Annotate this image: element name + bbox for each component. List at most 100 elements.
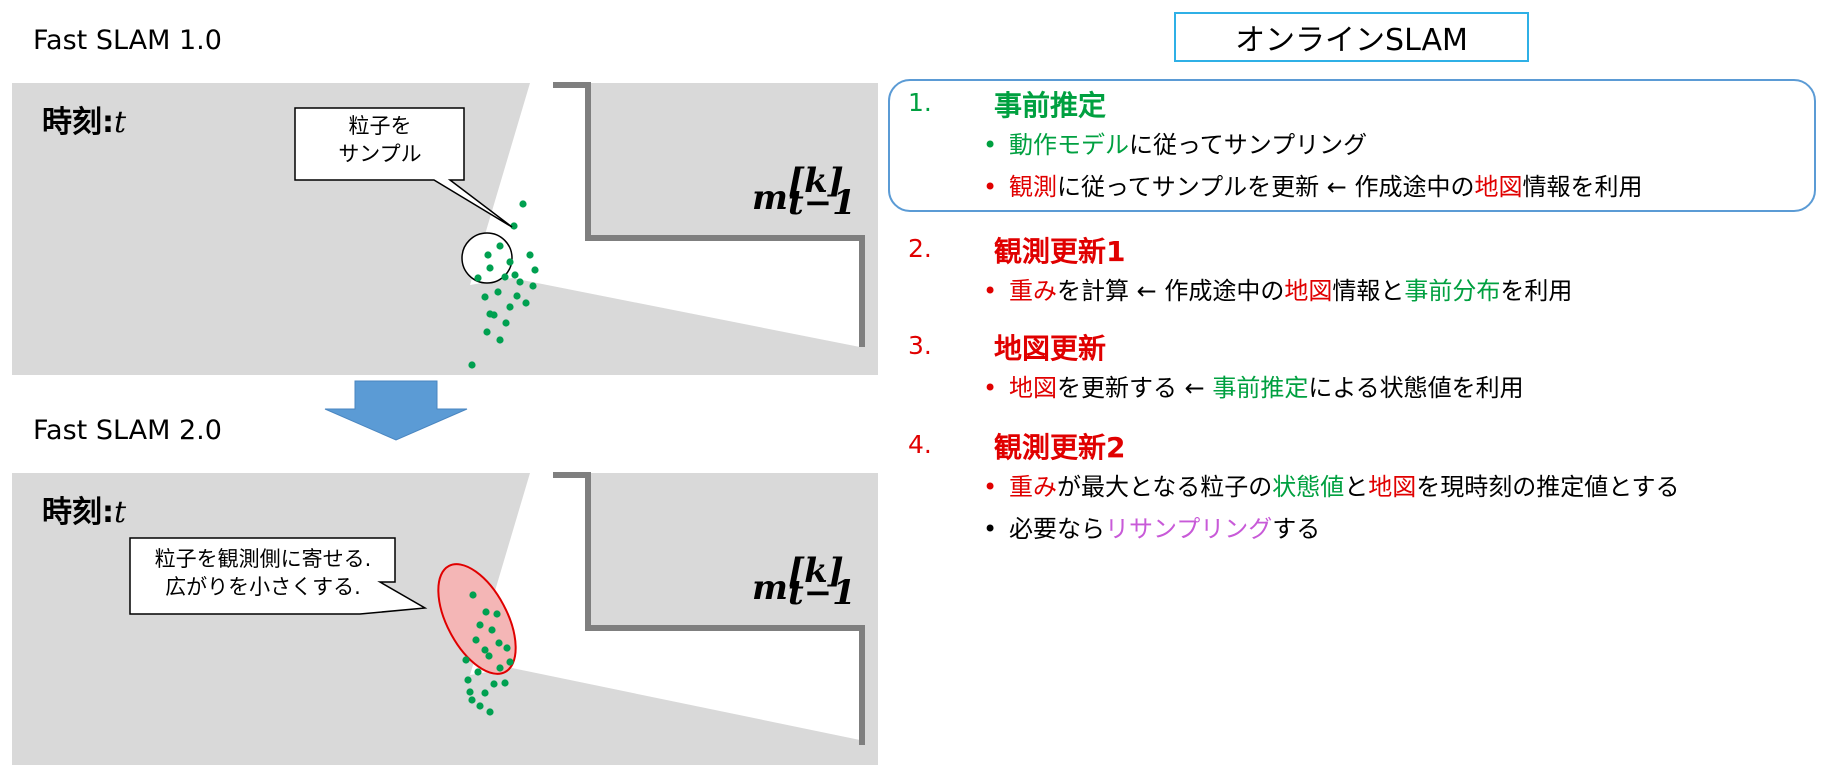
panel1-particle: [531, 266, 539, 274]
panel1-callout-text: 粒子を サンプル: [297, 112, 463, 168]
step-heading: 4. 観測更新2: [908, 426, 1808, 466]
panel2-particle: [468, 696, 476, 704]
panel1-particle: [526, 251, 534, 259]
bullet-text-segment: が最大となる粒子の: [1057, 473, 1273, 501]
panel2-particle: [481, 689, 489, 697]
panel2-particle: [481, 646, 489, 654]
panel2-callout-text: 粒子を観測側に寄せる. 広がりを小さくする.: [134, 545, 392, 601]
bullet-text-segment: 情報と: [1332, 277, 1405, 305]
panel1-particle: [516, 278, 524, 286]
panel1-particle: [506, 258, 514, 266]
panel1-particle: [483, 328, 491, 336]
panel2-particle: [476, 702, 484, 710]
panel2-heading: Fast SLAM 2.0: [33, 415, 222, 446]
step-number: 3.: [908, 331, 932, 360]
time-variable: t: [114, 495, 127, 530]
bullet-icon: •: [983, 515, 998, 543]
panel2-map: [12, 472, 878, 765]
bullet-item: • 地図を更新する ← 事前推定による状態値を利用: [908, 367, 1808, 409]
panel2-particle: [466, 688, 474, 696]
bullet-item: • 重みが最大となる粒子の状態値と地図を現時刻の推定値とする: [908, 466, 1808, 508]
panel2-particle: [501, 679, 509, 687]
callout1-line2: サンプル: [338, 142, 422, 166]
bullet-text-segment: に従ってサンプリング: [1129, 131, 1368, 159]
step-title: 事前推定: [994, 89, 1107, 122]
panel1-particle: [502, 319, 510, 327]
panel1-particle: [474, 274, 482, 282]
step-title: 観測更新2: [994, 431, 1126, 464]
bullet-text-segment: する: [1272, 515, 1321, 543]
panel2-particle: [493, 610, 501, 618]
panel2-particle: [464, 676, 472, 684]
bullet-icon: •: [983, 131, 998, 159]
bullet-text-segment: に従ってサンプルを更新 ← 作成途中の: [1057, 173, 1475, 201]
step-number: 4.: [908, 430, 932, 459]
panel2-particle: [469, 591, 477, 599]
bullet-text-segment: 地図: [1368, 473, 1417, 501]
panel1-time-label: 時刻:t: [42, 97, 126, 141]
panel1-particle: [519, 200, 527, 208]
bullet-item: • 観測に従ってサンプルを更新 ← 作成途中の地図情報を利用: [908, 166, 1808, 208]
panel1-particle: [522, 299, 530, 307]
bullet-text-segment: 重み: [1009, 277, 1057, 305]
bullet-icon: •: [983, 173, 998, 201]
bullet-icon: •: [983, 277, 998, 305]
panel2-particle: [482, 608, 490, 616]
bullet-text-segment: による状態値を利用: [1308, 374, 1524, 402]
panel2-particle: [490, 680, 498, 688]
panel1-particle: [494, 288, 502, 296]
bullet-text-segment: 情報を利用: [1522, 173, 1643, 201]
panel1-particle: [486, 310, 494, 318]
panel2-particle: [506, 658, 514, 666]
bullet-text-segment: を利用: [1500, 277, 1573, 305]
panel1-particle: [501, 273, 509, 281]
bullet-item: • 必要ならリサンプリングする: [908, 508, 1808, 550]
panel1-heading: Fast SLAM 1.0: [33, 25, 222, 56]
panel2-particle: [486, 708, 494, 716]
bullet-text-segment: 重み: [1009, 473, 1057, 501]
bullet-icon: •: [983, 374, 998, 402]
bullet-text-segment: 動作モデル: [1009, 131, 1129, 159]
panel2-particle: [496, 664, 504, 672]
panel1-particle: [481, 293, 489, 301]
step-1: 1. 事前推定 • 動作モデルに従ってサンプリング • 観測に従ってサンプルを更新 ← 作…: [908, 84, 1808, 208]
bullet-text-segment: を計算 ← 作成途中の: [1057, 277, 1285, 305]
panel1-particle: [496, 336, 504, 344]
callout1-line1: 粒子を: [348, 114, 412, 138]
panel1-particle: [513, 292, 521, 300]
bullet-text-segment: 観測: [1009, 173, 1057, 201]
bullet-text-segment: 事前推定: [1212, 374, 1309, 402]
step-number: 2.: [908, 234, 932, 263]
bullet-item: • 重みを計算 ← 作成途中の地図情報と事前分布を利用: [908, 270, 1808, 312]
panel1-particle: [511, 271, 519, 279]
step-2: 2. 観測更新1 • 重みを計算 ← 作成途中の地図情報と事前分布を利用: [908, 230, 1808, 312]
map-symbol: m: [752, 568, 788, 608]
map-subscript: t−1: [787, 573, 856, 613]
bullet-text-segment: 必要なら: [1009, 515, 1105, 543]
bullet-text-segment: 地図: [1474, 173, 1523, 201]
bullet-text-segment: 事前分布: [1404, 277, 1501, 305]
panel1-particle: [496, 242, 504, 250]
bullet-text-segment: リサンプリング: [1105, 515, 1273, 543]
step-4: 4. 観測更新2 • 重みが最大となる粒子の状態値と地図を現時刻の推定値とする • 必要な…: [908, 426, 1808, 550]
down-arrow-icon: [324, 380, 468, 441]
panel2-particle: [503, 644, 511, 652]
panel2-particle: [488, 626, 496, 634]
panel1-particle: [506, 303, 514, 311]
panel2-map-label: m [k] t−1: [752, 554, 856, 613]
map-symbol: m: [752, 178, 788, 218]
time-label-text: 時刻:: [42, 105, 114, 140]
bullet-text-segment: と: [1344, 473, 1369, 501]
panel1-map-label: m [k] t−1: [752, 164, 856, 222]
panel2-particle: [476, 621, 484, 629]
panel1-particle: [468, 361, 476, 369]
time-variable: t: [114, 105, 127, 140]
step-3: 3. 地図更新 • 地図を更新する ← 事前推定による状態値を利用: [908, 327, 1808, 409]
callout2-line2: 広がりを小さくする.: [165, 575, 361, 599]
bullet-text-segment: を現時刻の推定値とする: [1416, 473, 1680, 501]
step-title: 観測更新1: [994, 235, 1126, 268]
panel2-particle: [485, 652, 493, 660]
bullet-item: • 動作モデルに従ってサンプリング: [908, 124, 1808, 166]
bullet-text-segment: を更新する ←: [1057, 374, 1213, 402]
panel1-particle: [484, 251, 492, 259]
